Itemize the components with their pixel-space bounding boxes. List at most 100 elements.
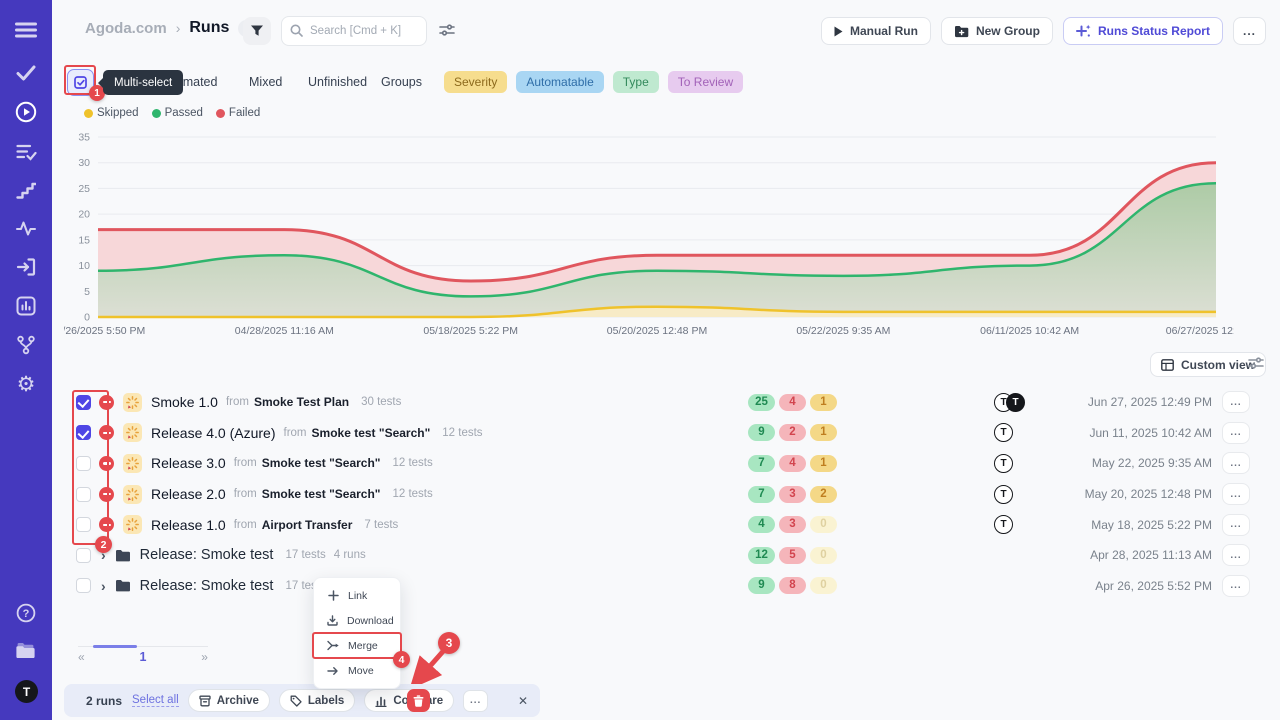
folder-plus-icon <box>954 25 969 38</box>
run-row[interactable]: › Smoke 1.0 from Smoke Test Plan 30 test… <box>64 387 1264 418</box>
run-source: Smoke test "Search" <box>262 487 381 501</box>
row-more-button[interactable]: ... <box>1222 575 1250 597</box>
runs-status-report-button[interactable]: Runs Status Report <box>1063 17 1223 45</box>
row-checkbox[interactable] <box>76 395 91 410</box>
run-row[interactable]: › Release 3.0 from Smoke test "Search" 1… <box>64 448 1264 479</box>
row-more-button[interactable]: ... <box>1222 391 1250 413</box>
chevron-right-icon[interactable]: › <box>101 547 106 563</box>
svg-text:05/22/2025 9:35 AM: 05/22/2025 9:35 AM <box>796 325 890 337</box>
pagination-next-button[interactable]: » <box>201 650 208 664</box>
multi-select-button[interactable] <box>67 69 94 96</box>
run-spark-icon <box>123 485 142 504</box>
row-checkbox[interactable] <box>76 456 91 471</box>
filter-chip-type[interactable]: Type <box>613 71 659 93</box>
svg-text:04/26/2025 5:50 PM: 04/26/2025 5:50 PM <box>64 325 145 337</box>
filter-chip-to-review[interactable]: To Review <box>668 71 743 93</box>
run-row[interactable]: › Release 2.0 from Smoke test "Search" 1… <box>64 479 1264 510</box>
row-checkbox[interactable] <box>76 487 91 502</box>
avatar: T <box>994 454 1013 473</box>
row-more-button[interactable]: ... <box>1222 544 1250 566</box>
tab-mixed[interactable]: Mixed <box>249 75 282 89</box>
archive-button[interactable]: Archive <box>188 689 270 712</box>
run-from-label: from <box>234 519 257 531</box>
filter-funnel-button[interactable] <box>243 17 271 45</box>
run-list: › Smoke 1.0 from Smoke Test Plan 30 test… <box>64 387 1264 601</box>
test-plans-icon[interactable] <box>14 140 38 164</box>
tab-unfinished[interactable]: Unfinished <box>308 75 367 89</box>
projects-folders-icon[interactable] <box>14 639 38 663</box>
context-menu-item-move[interactable]: Move <box>314 658 400 683</box>
run-spark-icon <box>123 515 142 534</box>
svg-text:06/27/2025 12:49 PM: 06/27/2025 12:49 PM <box>1166 325 1234 337</box>
failed-badge: 3 <box>779 516 806 533</box>
annotation-step-3: 3 <box>438 632 460 654</box>
avatar: T <box>994 485 1013 504</box>
row-more-button[interactable]: ... <box>1222 514 1250 536</box>
skipped-badge: 2 <box>810 486 837 503</box>
select-all-link[interactable]: Select all <box>132 694 179 707</box>
runs-play-icon[interactable] <box>14 100 38 124</box>
row-checkbox[interactable] <box>76 548 91 563</box>
pagination-page-1[interactable]: 1 <box>140 650 147 664</box>
skipped-badge: 0 <box>810 547 837 564</box>
failed-badge: 3 <box>779 486 806 503</box>
remove-run-icon[interactable] <box>99 517 114 532</box>
breadcrumb-project[interactable]: Agoda.com <box>85 20 167 37</box>
legend-item-failed: Failed <box>216 107 260 119</box>
milestones-steps-icon[interactable] <box>14 178 38 202</box>
remove-run-icon[interactable] <box>99 456 114 471</box>
breadcrumb-separator: › <box>176 20 181 36</box>
settings-gear-icon[interactable]: ⚙ <box>14 372 38 396</box>
help-icon[interactable]: ? <box>14 601 38 625</box>
tab-groups[interactable]: Groups <box>381 75 422 89</box>
run-title: Smoke 1.0 <box>151 394 218 410</box>
header-more-button[interactable]: ... <box>1233 17 1266 45</box>
context-menu-item-merge[interactable]: Merge4 <box>314 633 400 658</box>
result-badges: 7 4 1 <box>748 455 837 472</box>
run-row[interactable]: › Release: Smoke test 17 tests 7 runs 9 … <box>64 571 1264 602</box>
chevron-right-icon[interactable]: › <box>101 578 106 594</box>
merge-icon <box>327 640 339 651</box>
new-group-button[interactable]: New Group <box>941 17 1053 45</box>
row-checkbox[interactable] <box>76 517 91 532</box>
action-bar-more-button[interactable]: ... <box>463 690 488 712</box>
menu-icon[interactable] <box>14 18 38 42</box>
row-more-button[interactable]: ... <box>1222 483 1250 505</box>
import-icon[interactable] <box>14 255 38 279</box>
workspace-logo[interactable]: T <box>15 680 38 703</box>
result-badges: 12 5 0 <box>748 547 837 564</box>
labels-button[interactable]: Labels <box>279 689 355 712</box>
close-action-bar-button[interactable]: ✕ <box>518 694 528 708</box>
run-row[interactable]: › Release: Smoke test 17 tests 4 runs 12… <box>64 540 1264 571</box>
context-menu-item-link[interactable]: Link <box>314 583 400 608</box>
filter-chip-automatable[interactable]: Automatable <box>516 71 603 93</box>
tests-check-icon[interactable] <box>14 61 38 85</box>
context-menu-item-download[interactable]: Download <box>314 608 400 633</box>
remove-run-icon[interactable] <box>99 425 114 440</box>
context-menu: LinkDownloadMerge4Move <box>313 577 401 689</box>
manual-run-button[interactable]: Manual Run <box>821 17 931 45</box>
row-checkbox[interactable] <box>76 578 91 593</box>
row-checkbox[interactable] <box>76 425 91 440</box>
passed-badge: 7 <box>748 455 775 472</box>
branches-icon[interactable] <box>14 333 38 357</box>
row-more-button[interactable]: ... <box>1222 422 1250 444</box>
adjustments-icon[interactable] <box>439 23 455 42</box>
view-adjustments-icon[interactable] <box>1248 356 1264 375</box>
reports-chart-icon[interactable] <box>14 294 38 318</box>
run-date: May 22, 2025 9:35 AM <box>1092 456 1212 470</box>
run-row[interactable]: › Release 1.0 from Airport Transfer 7 te… <box>64 509 1264 540</box>
pulse-activity-icon[interactable] <box>14 216 38 240</box>
skipped-badge: 1 <box>810 394 837 411</box>
run-row[interactable]: › Release 4.0 (Azure) from Smoke test "S… <box>64 418 1264 449</box>
remove-run-icon[interactable] <box>99 487 114 502</box>
row-more-button[interactable]: ... <box>1222 452 1250 474</box>
result-badges: 7 3 2 <box>748 486 837 503</box>
filter-chip-severity[interactable]: Severity <box>444 71 507 93</box>
failed-badge: 8 <box>779 577 806 594</box>
run-from-label: from <box>226 396 249 408</box>
search <box>281 16 427 46</box>
pagination-prev-button[interactable]: « <box>78 650 85 664</box>
assignee-avatars: T T <box>994 393 1025 412</box>
remove-run-icon[interactable] <box>99 395 114 410</box>
